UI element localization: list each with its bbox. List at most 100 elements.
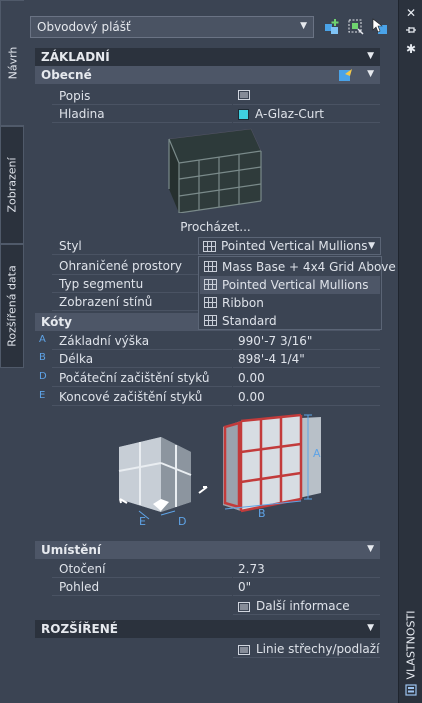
chevron-down-icon: ▼ — [367, 51, 374, 61]
koncove-zacisteni-value: 0.00 — [238, 390, 265, 404]
otoceni-field[interactable]: 2.73 — [233, 560, 380, 578]
styl-label: Styl — [59, 239, 82, 253]
typ-segmentu-label: Typ segmentu — [59, 277, 144, 291]
select-objects-icon[interactable] — [370, 17, 390, 37]
palette-title: VLASTNOSTI — [399, 610, 422, 680]
style-option-selected[interactable]: Pointed Vertical Mullions — [200, 276, 380, 294]
section-rozsirene[interactable]: ROZŠÍŘENÉ ▼ — [35, 620, 380, 638]
linie-strechy-label: Linie střechy/podlaží — [256, 642, 380, 656]
style-select[interactable]: Pointed Vertical Mullions ▼ — [198, 237, 381, 255]
dim-letter-d: D — [39, 371, 47, 382]
row-hladina: Hladina A-Glaz-Curt — [35, 105, 380, 123]
info-list-icon — [238, 601, 250, 612]
pohled-field[interactable]: 0" — [233, 578, 380, 596]
pohled-label: Pohled — [59, 580, 100, 594]
style-manager-icon[interactable] — [338, 67, 354, 86]
row-zakladni-vyska: A Základní výška 990'-7 3/16" — [35, 332, 380, 350]
row-koncove-zacisteni: E Koncové začištění styků 0.00 — [35, 388, 380, 406]
dim-letter-a: A — [39, 334, 46, 345]
ohranicene-label: Ohraničené prostory — [59, 259, 183, 273]
section-zakladni[interactable]: ZÁKLADNÍ ▼ — [35, 48, 380, 66]
dim-letter-e: E — [39, 390, 46, 401]
row-pohled: Pohled 0" — [35, 578, 380, 596]
hladina-text: A-Glaz-Curt — [255, 107, 324, 121]
grid-style-icon — [204, 279, 217, 293]
close-icon[interactable]: ✕ — [399, 6, 422, 20]
quick-select-icon[interactable] — [346, 17, 366, 37]
row-linie-strechy: Linie střechy/podlaží — [35, 640, 380, 658]
style-preview: Procházet... — [51, 123, 380, 237]
pin-icon[interactable] — [399, 24, 422, 38]
zakladni-vyska-field[interactable]: 990'-7 3/16" — [233, 332, 380, 350]
delka-value: 898'-4 1/4" — [238, 352, 305, 366]
tab-navrh[interactable]: Návrh — [0, 0, 24, 126]
style-option-label: Mass Base + 4x4 Grid Above — [222, 260, 396, 274]
pocatecni-zacisteni-field[interactable]: 0.00 — [233, 369, 380, 387]
dimensions-diagram: E D A B — [51, 407, 380, 541]
browse-label: Procházet... — [180, 220, 251, 234]
chevron-down-icon: ▼ — [367, 623, 374, 633]
zobrazeni-stinu-label: Zobrazení stínů — [59, 295, 153, 309]
subsection-koty-label: Kóty — [41, 315, 72, 329]
chevron-down-icon: ▼ — [300, 21, 307, 31]
chevron-down-icon: ▼ — [367, 544, 374, 554]
grid-style-icon — [204, 297, 217, 311]
style-option-label: Pointed Vertical Mullions — [222, 278, 369, 292]
tab-zobrazeni-label: Zobrazení — [5, 157, 19, 213]
pocatecni-zacisteni-value: 0.00 — [238, 371, 265, 385]
corner-joint-illustration: E D — [118, 437, 208, 528]
palette-title-text: VLASTNOSTI — [404, 610, 418, 680]
properties-icon[interactable] — [399, 684, 422, 699]
style-option-label: Standard — [222, 314, 277, 328]
diagram-label-b: B — [258, 507, 266, 520]
description-icon[interactable] — [238, 89, 250, 103]
wall-panel-illustration: A B — [223, 413, 321, 520]
palette-title-bar: ✕ ✱ VLASTNOSTI — [398, 0, 422, 703]
layer-color-swatch — [238, 109, 249, 120]
koncove-zacisteni-field[interactable]: 0.00 — [233, 388, 380, 406]
settings-icon[interactable]: ✱ — [399, 42, 422, 56]
delka-field[interactable]: 898'-4 1/4" — [233, 350, 380, 368]
style-option[interactable]: Standard — [200, 312, 380, 330]
subsection-obecne[interactable]: Obecné ▼ — [35, 66, 380, 84]
dim-letter-b: B — [39, 352, 46, 363]
style-option[interactable]: Ribbon — [200, 294, 380, 312]
style-option[interactable]: Mass Base + 4x4 Grid Above — [200, 258, 396, 276]
browse-button[interactable]: Procházet... — [51, 220, 380, 234]
tab-navrh-label: Návrh — [6, 46, 19, 80]
hladina-label: Hladina — [59, 107, 105, 121]
section-zakladni-label: ZÁKLADNÍ — [41, 50, 110, 64]
otoceni-label: Otočení — [59, 562, 106, 576]
add-selection-icon[interactable] — [322, 17, 342, 37]
row-dalsi-informace: Další informace — [35, 597, 380, 615]
hladina-value[interactable]: A-Glaz-Curt — [233, 105, 380, 123]
linie-strechy-button[interactable]: Linie střechy/podlaží — [233, 640, 380, 658]
row-delka: B Délka 898'-4 1/4" — [35, 350, 380, 368]
grid-style-icon — [203, 241, 216, 255]
style-select-value: Pointed Vertical Mullions — [221, 239, 368, 253]
style-option-label: Ribbon — [222, 296, 264, 310]
zakladni-vyska-value: 990'-7 3/16" — [238, 334, 313, 348]
tab-zobrazeni[interactable]: Zobrazení — [0, 126, 24, 244]
otoceni-value: 2.73 — [238, 562, 265, 576]
row-pocatecni-zacisteni: D Počáteční začištění styků 0.00 — [35, 369, 380, 387]
object-type-select[interactable]: Obvodový plášť ▼ — [30, 16, 314, 38]
koncove-zacisteni-label: Koncové začištění styků — [59, 390, 203, 404]
diagram-label-d: D — [178, 515, 186, 528]
grid-style-icon — [204, 315, 217, 329]
chevron-down-icon: ▼ — [368, 241, 375, 251]
list-icon — [238, 644, 250, 655]
subsection-umisteni-label: Umístění — [41, 543, 102, 557]
section-rozsirene-label: ROZŠÍŘENÉ — [41, 622, 118, 636]
row-otoceni: Otočení 2.73 — [35, 560, 380, 578]
dalsi-informace-label: Další informace — [256, 599, 350, 613]
curtain-wall-thumbnail — [168, 128, 262, 214]
delka-label: Délka — [59, 352, 94, 366]
popis-value[interactable] — [233, 87, 380, 105]
tab-rozsirena-data[interactable]: Rozšířená data — [0, 244, 24, 368]
tab-rozsirena-label: Rozšířená data — [5, 265, 19, 347]
subsection-umisteni[interactable]: Umístění ▼ — [35, 541, 380, 559]
grid-style-icon — [204, 261, 217, 275]
chevron-down-icon: ▼ — [367, 69, 374, 79]
dalsi-informace-button[interactable]: Další informace — [233, 597, 380, 615]
